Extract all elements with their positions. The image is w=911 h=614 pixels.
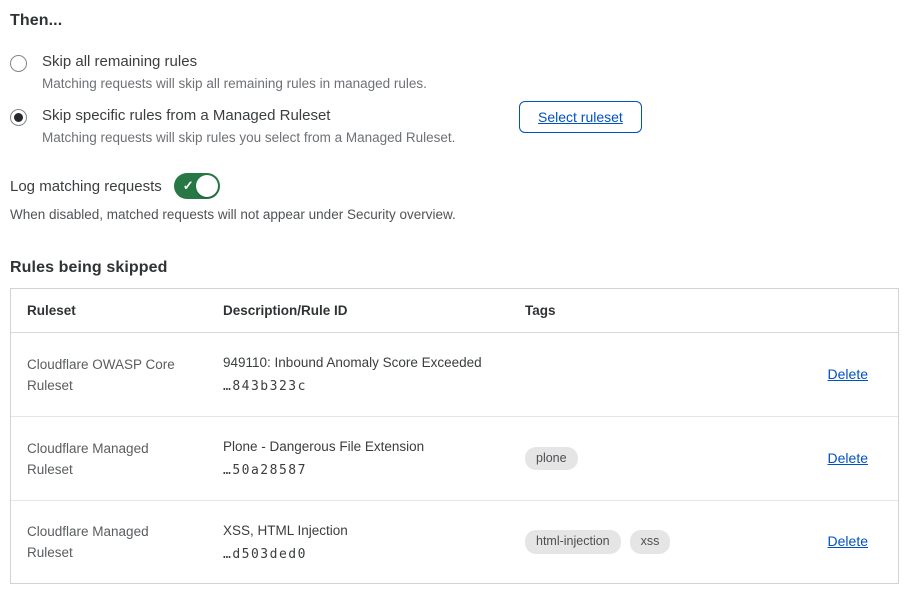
option-label[interactable]: Skip specific rules from a Managed Rules… (42, 107, 455, 124)
radio-skip-specific-rules[interactable] (10, 109, 27, 126)
action-options-group: Skip all remaining rules Matching reques… (10, 53, 899, 145)
option-description: Matching requests will skip rules you se… (42, 130, 455, 145)
rule-id: …d503ded0 (223, 547, 525, 562)
option-text: Skip all remaining rules Matching reques… (42, 53, 427, 91)
table-header-row: Ruleset Description/Rule ID Tags (11, 289, 898, 333)
then-heading: Then... (10, 12, 899, 30)
action-cell: Delete (828, 533, 898, 551)
rule-description: 949110: Inbound Anomaly Score Exceeded (223, 355, 525, 370)
description-cell: Plone - Dangerous File Extension …50a285… (223, 439, 525, 478)
option-skip-all-rules: Skip all remaining rules Matching reques… (10, 53, 899, 91)
check-icon: ✓ (183, 178, 194, 194)
ruleset-cell: Cloudflare Managed Ruleset (11, 438, 196, 480)
tag-pill: plone (525, 447, 578, 471)
option-description: Matching requests will skip all remainin… (42, 76, 427, 91)
rules-table-body: Cloudflare OWASP Core Ruleset 949110: In… (11, 333, 898, 583)
tags-cell: plone (525, 447, 741, 471)
option-text: Skip specific rules from a Managed Rules… (42, 107, 455, 145)
select-ruleset-button[interactable]: Select ruleset (519, 101, 642, 133)
waf-rule-config-panel: Then... Skip all remaining rules Matchin… (0, 0, 911, 584)
rule-id: …843b323c (223, 379, 525, 394)
table-row: Cloudflare Managed Ruleset XSS, HTML Inj… (11, 501, 898, 583)
option-label[interactable]: Skip all remaining rules (42, 53, 427, 70)
option-skip-specific-rules: Skip specific rules from a Managed Rules… (10, 107, 899, 145)
rule-description: XSS, HTML Injection (223, 523, 525, 538)
radio-skip-all-rules[interactable] (10, 55, 27, 72)
column-header-description: Description/Rule ID (223, 303, 525, 318)
rules-skipped-table: Ruleset Description/Rule ID Tags Cloudfl… (10, 288, 899, 584)
delete-link[interactable]: Delete (828, 366, 868, 382)
table-row: Cloudflare Managed Ruleset Plone - Dange… (11, 417, 898, 501)
toggle-knob (196, 175, 218, 197)
rules-skipped-heading: Rules being skipped (10, 259, 899, 277)
description-cell: 949110: Inbound Anomaly Score Exceeded …… (223, 355, 525, 394)
table-row: Cloudflare OWASP Core Ruleset 949110: In… (11, 333, 898, 417)
delete-link[interactable]: Delete (828, 533, 868, 549)
ruleset-cell: Cloudflare Managed Ruleset (11, 521, 196, 563)
delete-link[interactable]: Delete (828, 450, 868, 466)
action-cell: Delete (828, 450, 898, 468)
tags-cell: html-injection xss (525, 530, 741, 554)
column-header-ruleset: Ruleset (11, 303, 223, 318)
action-cell: Delete (828, 366, 898, 384)
description-cell: XSS, HTML Injection …d503ded0 (223, 523, 525, 562)
tag-pill: html-injection (525, 530, 621, 554)
log-matching-label: Log matching requests (10, 178, 162, 195)
rule-id: …50a28587 (223, 463, 525, 478)
log-matching-section: Log matching requests ✓ When disabled, m… (10, 173, 899, 222)
column-header-tags: Tags (525, 303, 741, 318)
log-matching-description: When disabled, matched requests will not… (10, 207, 899, 222)
tag-pill: xss (630, 530, 671, 554)
ruleset-cell: Cloudflare OWASP Core Ruleset (11, 354, 196, 396)
log-matching-toggle[interactable]: ✓ (174, 173, 220, 199)
rule-description: Plone - Dangerous File Extension (223, 439, 525, 454)
